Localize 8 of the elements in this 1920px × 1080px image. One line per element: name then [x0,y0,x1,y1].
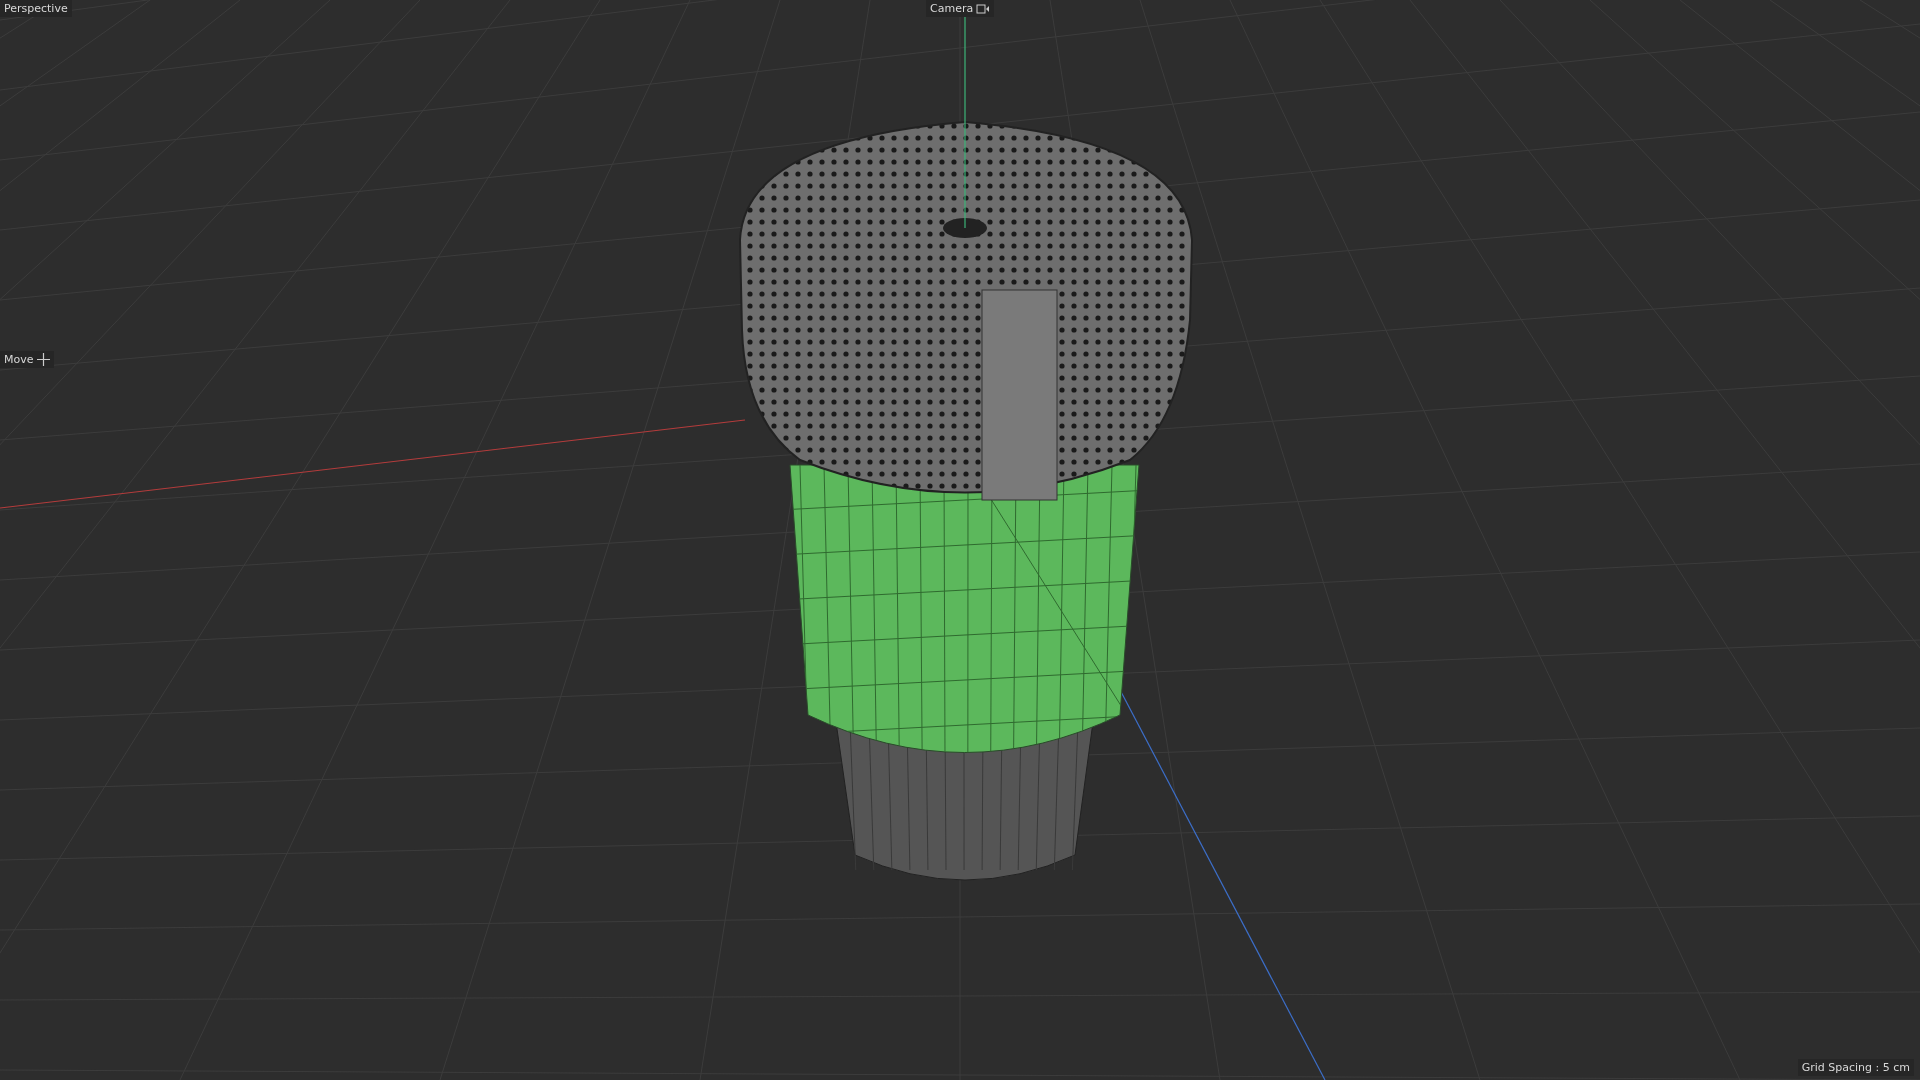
view-name-label[interactable]: Perspective [0,0,72,17]
grid-spacing-label: Grid Spacing : 5 cm [1797,1059,1914,1076]
tool-name: Move [4,353,34,366]
move-icon [36,353,50,366]
camera-icon [976,2,991,15]
camera-label[interactable]: Camera [926,0,995,17]
camera-name[interactable]: Camera [930,2,974,15]
viewport[interactable]: Perspective Camera Move Grid Spacing : 5 cm [0,0,1920,1080]
